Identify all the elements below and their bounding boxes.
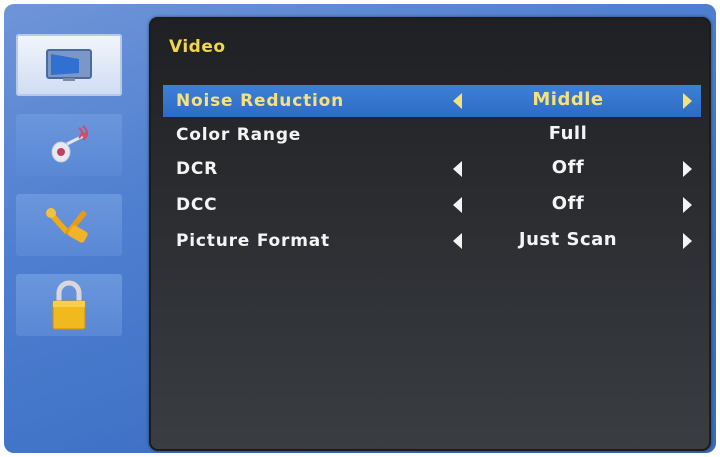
- sidebar-item-lock[interactable]: [16, 274, 122, 336]
- menu-row-label: Picture Format: [176, 231, 330, 251]
- menu-row-dcr[interactable]: DCR Off: [163, 153, 701, 185]
- sidebar-item-tools[interactable]: [16, 194, 122, 256]
- sidebar-item-audio[interactable]: [16, 114, 122, 176]
- menu-row-noise-reduction[interactable]: Noise Reduction Middle: [163, 85, 701, 117]
- sidebar-item-picture[interactable]: [16, 34, 122, 96]
- menu-row-label: Noise Reduction: [176, 91, 345, 111]
- arrow-right-icon[interactable]: [683, 93, 692, 109]
- menu-row-color-range[interactable]: Color Range Full: [163, 119, 701, 151]
- arrow-left-icon[interactable]: [453, 197, 462, 213]
- menu-row-dcc[interactable]: DCC Off: [163, 189, 701, 221]
- menu-row-value: Middle: [532, 89, 604, 110]
- audio-icon: [51, 125, 88, 163]
- menu-row-picture-format[interactable]: Picture Format Just Scan: [163, 225, 701, 257]
- menu-row-value: Off: [551, 193, 585, 214]
- arrow-right-icon[interactable]: [683, 197, 692, 213]
- menu-row-label: Color Range: [176, 125, 302, 145]
- menu-row-value: Just Scan: [518, 229, 618, 250]
- menu-row-label: DCC: [176, 195, 218, 215]
- video-menu-panel: Video Noise Reduction Middle Color Range…: [149, 17, 711, 451]
- arrow-right-icon[interactable]: [683, 233, 692, 249]
- menu-row-label: DCR: [176, 159, 219, 179]
- arrow-left-icon[interactable]: [453, 93, 462, 109]
- tools-icon: [46, 208, 88, 243]
- arrow-left-icon[interactable]: [453, 161, 462, 177]
- arrow-right-icon[interactable]: [683, 161, 692, 177]
- arrow-left-icon[interactable]: [453, 233, 462, 249]
- osd-screen: Video Noise Reduction Middle Color Range…: [4, 4, 716, 453]
- menu-row-value: Off: [551, 157, 585, 178]
- menu-title: Video: [169, 37, 226, 57]
- picture-icon: [46, 49, 92, 81]
- lock-icon: [52, 280, 86, 330]
- menu-row-value: Full: [548, 123, 588, 144]
